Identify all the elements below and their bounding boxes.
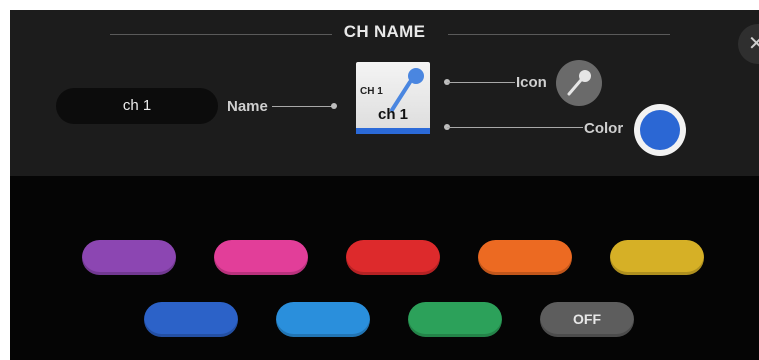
color-green-button[interactable]: [408, 302, 502, 337]
color-magenta-button[interactable]: [214, 240, 308, 275]
ch-name-dialog: CH NAME ✕ ch 1 Name CH 1 ch 1 Icon Color…: [10, 10, 759, 360]
close-icon: ✕: [748, 33, 759, 55]
title-divider-right: [448, 34, 670, 35]
color-red-button[interactable]: [346, 240, 440, 275]
channel-number-label: CH 1: [360, 86, 383, 97]
color-purple-button[interactable]: [82, 240, 176, 275]
name-label: Name: [227, 98, 268, 115]
color-blue-button[interactable]: [144, 302, 238, 337]
channel-name-label: ch 1: [377, 106, 408, 123]
color-off-button[interactable]: OFF: [540, 302, 634, 337]
icon-select-button[interactable]: [556, 60, 602, 106]
name-connector-dot: [331, 103, 337, 109]
color-select-button[interactable]: [634, 104, 686, 156]
dialog-header: CH NAME ✕ ch 1 Name CH 1 ch 1 Icon Color: [10, 10, 759, 176]
name-connector-line: [272, 106, 334, 107]
icon-label: Icon: [516, 74, 547, 91]
channel-icon-preview[interactable]: CH 1 ch 1: [356, 62, 430, 134]
color-connector-line: [447, 127, 583, 128]
channel-color-bar: [356, 128, 430, 134]
color-orange-button[interactable]: [478, 240, 572, 275]
microphone-icon: [567, 70, 591, 96]
dialog-title: CH NAME: [343, 22, 426, 41]
icon-connector-line: [447, 82, 515, 83]
channel-name-field[interactable]: ch 1: [56, 88, 218, 124]
color-sky-blue-button[interactable]: [276, 302, 370, 337]
color-yellow-button[interactable]: [610, 240, 704, 275]
color-label: Color: [584, 120, 624, 137]
selected-color-swatch: [640, 110, 680, 150]
